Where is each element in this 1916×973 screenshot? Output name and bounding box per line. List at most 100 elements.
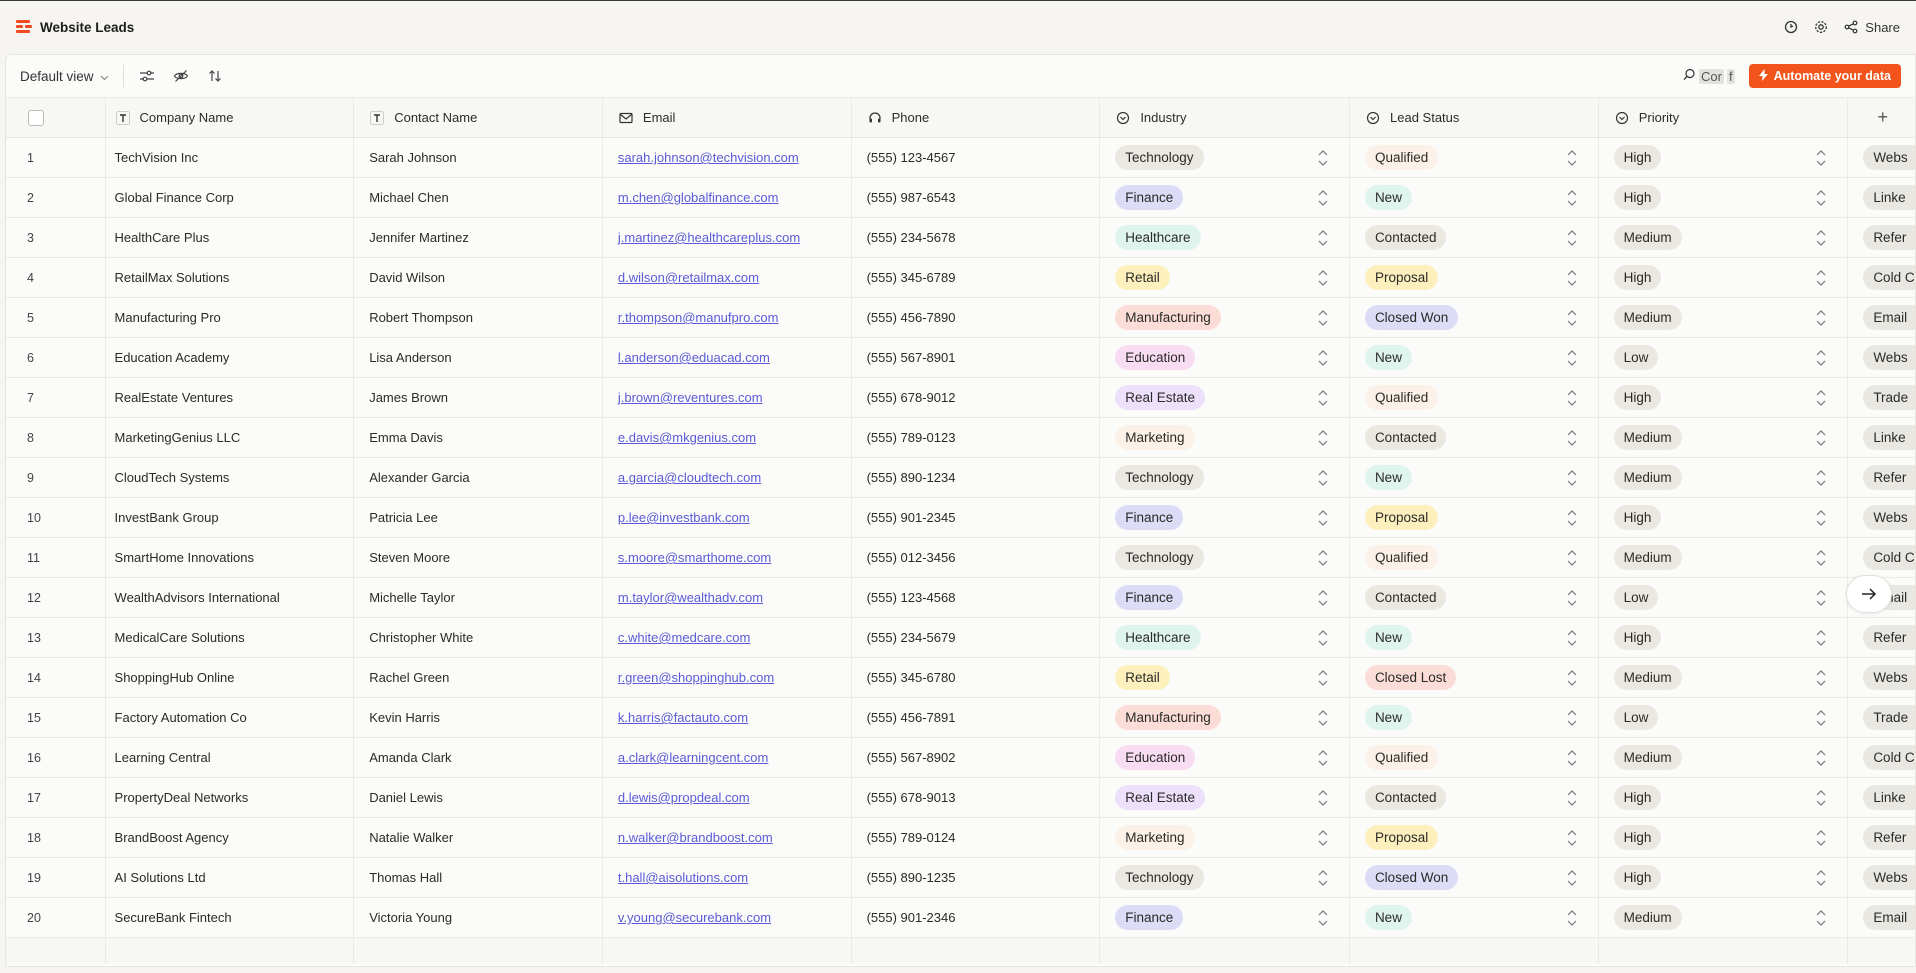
column-header-contact-name[interactable]: Contact Name (354, 98, 603, 137)
source-cell[interactable]: Cold C (1848, 738, 1915, 777)
company-cell[interactable]: InvestBank Group (106, 498, 355, 537)
industry-cell[interactable]: Manufacturing (1100, 298, 1350, 337)
select-updown-icon[interactable] (1566, 909, 1578, 927)
phone-cell[interactable]: (555) 456-7890 (852, 298, 1101, 337)
email-cell[interactable]: m.chen@globalfinance.com (603, 178, 852, 217)
row-number-cell[interactable]: 9 (6, 458, 106, 497)
source-cell[interactable]: Trade (1848, 698, 1915, 737)
company-cell[interactable]: Global Finance Corp (106, 178, 355, 217)
industry-cell[interactable]: Education (1100, 738, 1350, 777)
select-updown-icon[interactable] (1317, 629, 1329, 647)
row-number-cell[interactable]: 6 (6, 338, 106, 377)
contact-cell[interactable]: Robert Thompson (354, 298, 603, 337)
email-link[interactable]: r.thompson@manufpro.com (618, 310, 779, 325)
table-row[interactable]: 14 ShoppingHub Online Rachel Green r.green@… (6, 658, 1915, 698)
select-updown-icon[interactable] (1815, 749, 1827, 767)
priority-cell[interactable]: Low (1599, 698, 1849, 737)
view-selector[interactable]: Default view (20, 65, 124, 87)
select-updown-icon[interactable] (1317, 429, 1329, 447)
column-header-company-name[interactable]: Company Name (106, 98, 355, 137)
select-updown-icon[interactable] (1815, 349, 1827, 367)
select-updown-icon[interactable] (1317, 869, 1329, 887)
phone-cell[interactable]: (555) 678-9013 (852, 778, 1101, 817)
priority-cell[interactable]: Low (1599, 338, 1849, 377)
industry-cell[interactable]: Manufacturing (1100, 698, 1350, 737)
select-updown-icon[interactable] (1566, 829, 1578, 847)
priority-cell[interactable]: Low (1599, 578, 1849, 617)
select-updown-icon[interactable] (1317, 829, 1329, 847)
email-link[interactable]: a.clark@learningcent.com (618, 750, 768, 765)
contact-cell[interactable]: Daniel Lewis (354, 778, 603, 817)
email-cell[interactable]: v.young@securebank.com (603, 898, 852, 937)
email-cell[interactable]: j.martinez@healthcareplus.com (603, 218, 852, 257)
select-updown-icon[interactable] (1566, 749, 1578, 767)
company-cell[interactable]: RealEstate Ventures (106, 378, 355, 417)
select-updown-icon[interactable] (1815, 629, 1827, 647)
email-link[interactable]: v.young@securebank.com (618, 910, 771, 925)
company-cell[interactable]: AI Solutions Ltd (106, 858, 355, 897)
select-updown-icon[interactable] (1815, 429, 1827, 447)
select-updown-icon[interactable] (1566, 429, 1578, 447)
select-updown-icon[interactable] (1566, 469, 1578, 487)
phone-cell[interactable]: (555) 901-2345 (852, 498, 1101, 537)
email-cell[interactable]: l.anderson@eduacad.com (603, 338, 852, 377)
source-cell[interactable]: Webs (1848, 138, 1915, 177)
email-cell[interactable]: t.hall@aisolutions.com (603, 858, 852, 897)
contact-cell[interactable]: James Brown (354, 378, 603, 417)
select-updown-icon[interactable] (1815, 389, 1827, 407)
priority-cell[interactable]: Medium (1599, 538, 1849, 577)
source-cell[interactable]: Linke (1848, 178, 1915, 217)
status-cell[interactable]: Proposal (1350, 498, 1599, 537)
email-link[interactable]: a.garcia@cloudtech.com (618, 470, 761, 485)
email-cell[interactable]: r.thompson@manufpro.com (603, 298, 852, 337)
status-cell[interactable]: Qualified (1350, 138, 1599, 177)
row-number-cell[interactable]: 7 (6, 378, 106, 417)
select-updown-icon[interactable] (1317, 269, 1329, 287)
phone-cell[interactable]: (555) 789-0123 (852, 418, 1101, 457)
select-updown-icon[interactable] (1815, 789, 1827, 807)
status-cell[interactable]: Closed Won (1350, 298, 1599, 337)
phone-cell[interactable]: (555) 890-1234 (852, 458, 1101, 497)
status-cell[interactable]: New (1350, 618, 1599, 657)
industry-cell[interactable]: Finance (1100, 578, 1350, 617)
email-link[interactable]: sarah.johnson@techvision.com (618, 150, 799, 165)
phone-cell[interactable]: (555) 345-6780 (852, 658, 1101, 697)
email-cell[interactable]: d.lewis@propdeal.com (603, 778, 852, 817)
industry-cell[interactable]: Finance (1100, 898, 1350, 937)
priority-cell[interactable]: Medium (1599, 458, 1849, 497)
status-cell[interactable]: Closed Lost (1350, 658, 1599, 697)
email-cell[interactable]: e.davis@mkgenius.com (603, 418, 852, 457)
row-number-cell[interactable]: 11 (6, 538, 106, 577)
phone-cell[interactable]: (555) 123-4567 (852, 138, 1101, 177)
select-updown-icon[interactable] (1317, 669, 1329, 687)
row-number-cell[interactable]: 8 (6, 418, 106, 457)
priority-cell[interactable]: High (1599, 778, 1849, 817)
scroll-right-button[interactable] (1846, 575, 1892, 613)
industry-cell[interactable]: Technology (1100, 458, 1350, 497)
status-cell[interactable]: Qualified (1350, 738, 1599, 777)
company-cell[interactable]: Factory Automation Co (106, 698, 355, 737)
status-cell[interactable]: Contacted (1350, 418, 1599, 457)
select-updown-icon[interactable] (1815, 189, 1827, 207)
row-number-cell[interactable]: 20 (6, 898, 106, 937)
row-number-cell[interactable]: 2 (6, 178, 106, 217)
select-updown-icon[interactable] (1566, 229, 1578, 247)
contact-cell[interactable]: Michelle Taylor (354, 578, 603, 617)
select-updown-icon[interactable] (1317, 389, 1329, 407)
select-updown-icon[interactable] (1566, 629, 1578, 647)
select-updown-icon[interactable] (1317, 349, 1329, 367)
source-cell[interactable]: Refer (1848, 458, 1915, 497)
row-number-cell[interactable]: 16 (6, 738, 106, 777)
table-row[interactable]: 15 Factory Automation Co Kevin Harris k.har… (6, 698, 1915, 738)
select-updown-icon[interactable] (1566, 549, 1578, 567)
select-updown-icon[interactable] (1566, 789, 1578, 807)
email-link[interactable]: d.wilson@retailmax.com (618, 270, 759, 285)
email-cell[interactable]: a.garcia@cloudtech.com (603, 458, 852, 497)
select-updown-icon[interactable] (1317, 509, 1329, 527)
contact-cell[interactable]: Jennifer Martinez (354, 218, 603, 257)
status-cell[interactable]: Qualified (1350, 538, 1599, 577)
select-updown-icon[interactable] (1566, 349, 1578, 367)
email-link[interactable]: k.harris@factauto.com (618, 710, 748, 725)
row-number-cell[interactable]: 18 (6, 818, 106, 857)
industry-cell[interactable]: Education (1100, 338, 1350, 377)
